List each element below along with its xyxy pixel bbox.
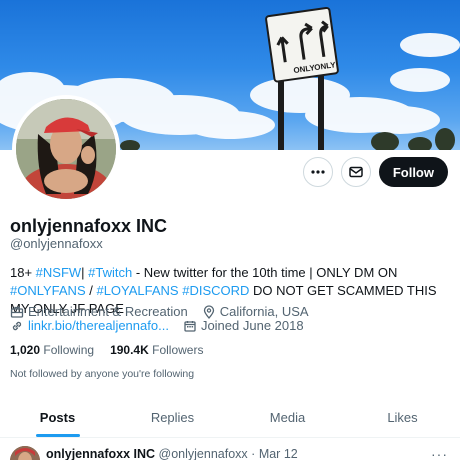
category-text: Entertainment & Recreation bbox=[28, 304, 188, 319]
bio-hashtag[interactable]: #Twitch bbox=[88, 265, 132, 280]
tab-media[interactable]: Media bbox=[230, 398, 345, 437]
bio-text: / bbox=[85, 283, 97, 298]
profile-location: California, USA bbox=[202, 304, 309, 319]
more-options-button[interactable] bbox=[302, 157, 333, 187]
following-count: 1,020 bbox=[10, 343, 41, 357]
bio-hashtag[interactable]: #DISCORD bbox=[182, 283, 249, 298]
not-followed-note: Not followed by anyone you're following bbox=[10, 368, 195, 380]
location-text: California, USA bbox=[219, 304, 309, 319]
bio-hashtag[interactable]: #NSFW bbox=[36, 265, 82, 280]
profile-link[interactable]: linkr.bio/therealjennafo... bbox=[10, 318, 169, 333]
follow-counts: 1,020 Following 190.4K Followers bbox=[10, 343, 203, 357]
tweet-header-line: onlyjennafoxx INC @onlyjennafoxx · Mar 1… bbox=[46, 447, 298, 460]
following-link[interactable]: 1,020 Following bbox=[10, 343, 94, 357]
briefcase-icon bbox=[10, 306, 24, 318]
tweet-avatar-photo bbox=[10, 446, 40, 460]
profile-avatar[interactable] bbox=[12, 95, 120, 203]
profile-meta-row-1: Entertainment & Recreation California, U… bbox=[10, 304, 323, 319]
bio-hashtag[interactable]: #ONLYFANS bbox=[10, 283, 86, 298]
tab-likes[interactable]: Likes bbox=[345, 398, 460, 437]
profile-name: onlyjennafoxx INC bbox=[10, 216, 168, 236]
profile-tabs: Posts Replies Media Likes bbox=[0, 398, 460, 438]
message-button[interactable] bbox=[340, 157, 371, 187]
profile-handle: @onlyjennafoxx bbox=[10, 236, 103, 251]
envelope-icon bbox=[349, 166, 363, 178]
tab-replies[interactable]: Replies bbox=[115, 398, 230, 437]
tweet-preview[interactable]: onlyjennafoxx INC @onlyjennafoxx · Mar 1… bbox=[0, 440, 460, 460]
tweet-author-handle[interactable]: @onlyjennafoxx bbox=[159, 447, 248, 460]
profile-meta-row-2: linkr.bio/therealjennafo... Joined June … bbox=[10, 318, 318, 333]
more-horizontal-icon bbox=[311, 170, 325, 174]
location-pin-icon bbox=[203, 304, 214, 319]
calendar-icon bbox=[184, 320, 196, 332]
tweet-date[interactable]: Mar 12 bbox=[259, 447, 298, 460]
link-text[interactable]: linkr.bio/therealjennafo... bbox=[28, 318, 169, 333]
tweet-more-icon[interactable]: ··· bbox=[431, 446, 448, 460]
joined-text: Joined June 2018 bbox=[200, 318, 304, 333]
bio-text: 18+ bbox=[10, 265, 36, 280]
bio-hashtag[interactable]: #LOYALFANS bbox=[96, 283, 178, 298]
following-label: Following bbox=[43, 343, 95, 357]
profile-joined: Joined June 2018 bbox=[183, 318, 304, 333]
followers-label: Followers bbox=[152, 343, 204, 357]
tweet-author-name[interactable]: onlyjennafoxx INC bbox=[46, 447, 155, 460]
avatar-photo bbox=[16, 99, 116, 199]
link-icon bbox=[12, 321, 22, 330]
followers-link[interactable]: 190.4K Followers bbox=[110, 343, 203, 357]
profile-actions: Follow bbox=[302, 157, 448, 187]
profile-category: Entertainment & Recreation bbox=[10, 304, 188, 319]
tweet-separator: · bbox=[251, 447, 256, 460]
follow-button[interactable]: Follow bbox=[378, 157, 448, 187]
tab-posts[interactable]: Posts bbox=[0, 398, 115, 437]
followers-count: 190.4K bbox=[110, 343, 149, 357]
tweet-author-avatar[interactable] bbox=[10, 446, 40, 460]
bio-text: - New twitter for the 10th time | ONLY D… bbox=[132, 265, 398, 280]
